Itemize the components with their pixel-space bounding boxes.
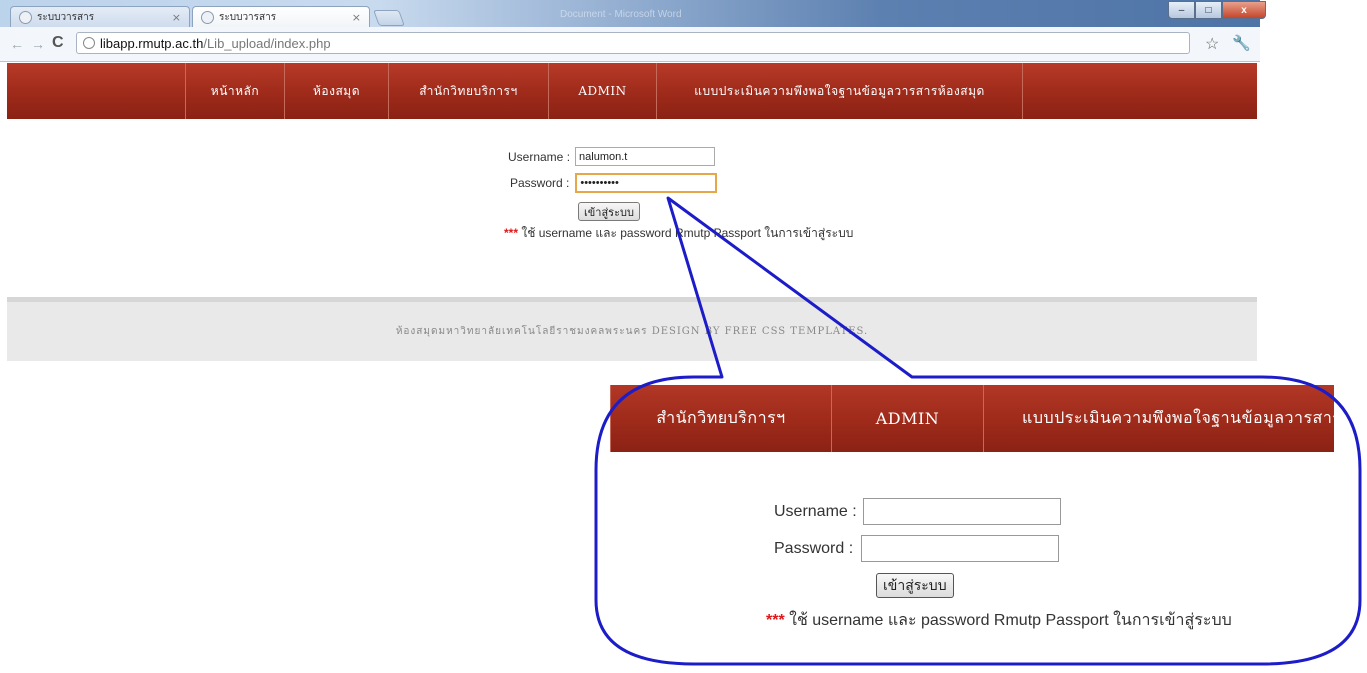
- browser-tab-2[interactable]: ระบบวารสาร ×: [192, 6, 370, 28]
- zoom-password-label: Password :: [774, 539, 854, 557]
- nav-item-library[interactable]: ห้องสมุด: [285, 63, 389, 119]
- new-tab-button[interactable]: [373, 10, 405, 26]
- nav-label: ห้องสมุด: [312, 83, 360, 98]
- login-note: *** ใช้ username และ password Rmutp Pass…: [504, 224, 853, 243]
- site-footer: ห้องสมุดมหาวิทยาลัยเทคโนโลยีราชมงคลพระนค…: [7, 297, 1257, 361]
- close-icon[interactable]: ×: [352, 11, 361, 24]
- globe-icon: [201, 11, 214, 24]
- zoom-nav-admin: ADMIN: [832, 385, 984, 452]
- username-input[interactable]: nalumon.t: [575, 147, 716, 166]
- zoom-nav-survey: แบบประเมินความพึงพอใจฐานข้อมูลวารสารห้อง…: [984, 385, 1334, 452]
- reload-icon[interactable]: C: [52, 34, 64, 52]
- username-label: Username :: [508, 149, 571, 164]
- zoom-nav-academic-services: สำนักวิทยบริการฯ: [610, 385, 832, 452]
- nav-label: ADMIN: [578, 84, 627, 98]
- zoom-nav-label: แบบประเมินความพึงพอใจฐานข้อมูลวารสารห้อง…: [1022, 408, 1334, 427]
- back-arrow-icon[interactable]: ←: [10, 36, 24, 52]
- password-input[interactable]: ••••••••••: [575, 173, 718, 193]
- zoom-username-input: [862, 498, 1061, 525]
- nav-label: หน้าหลัก: [210, 83, 260, 98]
- zoom-callout: สำนักวิทยบริการฯ ADMIN แบบประเมินความพึง…: [600, 380, 1360, 665]
- close-window-button[interactable]: x: [1222, 1, 1266, 19]
- minimize-button[interactable]: –: [1168, 1, 1195, 19]
- login-button[interactable]: เข้าสู่ระบบ: [578, 202, 640, 221]
- footer-text: ห้องสมุดมหาวิทยาลัยเทคโนโลยีราชมงคลพระนค…: [395, 326, 869, 337]
- browser-toolbar: ← → C libapp.rmutp.ac.th/Lib_upload/inde…: [0, 27, 1260, 62]
- zoom-username-label: Username :: [774, 502, 857, 520]
- zoom-note-asterisks: ***: [766, 612, 785, 629]
- zoom-navbar: สำนักวิทยบริการฯ ADMIN แบบประเมินความพึง…: [610, 385, 1334, 452]
- globe-icon: [19, 11, 32, 24]
- zoom-nav-label: ADMIN: [875, 409, 940, 428]
- nav-item-satisfaction-survey[interactable]: แบบประเมินความพึงพอใจฐานข้อมูลวารสารห้อง…: [657, 63, 1023, 119]
- tab-strip: ระบบวารสาร × ระบบวารสาร × Document - Mic…: [0, 0, 1266, 28]
- forward-arrow-icon[interactable]: →: [31, 36, 45, 52]
- password-label: Password :: [510, 176, 570, 190]
- note-asterisks: ***: [504, 226, 519, 240]
- window-controls: – □ x: [1168, 1, 1266, 19]
- zoom-nav-label: สำนักวิทยบริการฯ: [656, 408, 786, 427]
- bookmark-star-icon[interactable]: ☆: [1205, 34, 1219, 54]
- wrench-icon[interactable]: 🔧: [1232, 34, 1251, 52]
- nav-item-home[interactable]: หน้าหลัก: [185, 63, 285, 119]
- tab-title: ระบบวารสาร: [219, 12, 277, 23]
- site-navbar: หน้าหลัก ห้องสมุด สำนักวิทยบริการฯ ADMIN…: [7, 63, 1257, 119]
- nav-label: แบบประเมินความพึงพอใจฐานข้อมูลวารสารห้อง…: [694, 83, 985, 98]
- url-host: libapp.rmutp.ac.th: [100, 35, 204, 51]
- maximize-button[interactable]: □: [1195, 1, 1222, 19]
- note-text: ใช้ username และ password Rmutp Passport…: [518, 226, 854, 240]
- browser-tab-1[interactable]: ระบบวารสาร ×: [10, 6, 190, 28]
- close-icon[interactable]: ×: [172, 11, 181, 24]
- zoom-login-note: *** ใช้ username และ password Rmutp Pass…: [766, 608, 1232, 633]
- nav-label: สำนักวิทยบริการฯ: [419, 83, 518, 98]
- zoom-login-button: เข้าสู่ระบบ: [876, 573, 954, 598]
- nav-item-academic-services[interactable]: สำนักวิทยบริการฯ: [389, 63, 549, 119]
- page-info-icon[interactable]: [83, 37, 95, 49]
- url-path: /Lib_upload/index.php: [203, 35, 331, 51]
- tab-title: ระบบวารสาร: [37, 12, 95, 23]
- background-window-title: Document - Microsoft Word: [560, 9, 682, 20]
- nav-item-admin[interactable]: ADMIN: [549, 63, 657, 119]
- browser-chrome: ระบบวารสาร × ระบบวารสาร × Document - Mic…: [0, 0, 1266, 62]
- zoom-password-input: [861, 535, 1060, 562]
- address-bar[interactable]: libapp.rmutp.ac.th/Lib_upload/index.php: [76, 32, 1190, 54]
- zoom-note-text: ใช้ username และ password Rmutp Passport…: [784, 612, 1232, 629]
